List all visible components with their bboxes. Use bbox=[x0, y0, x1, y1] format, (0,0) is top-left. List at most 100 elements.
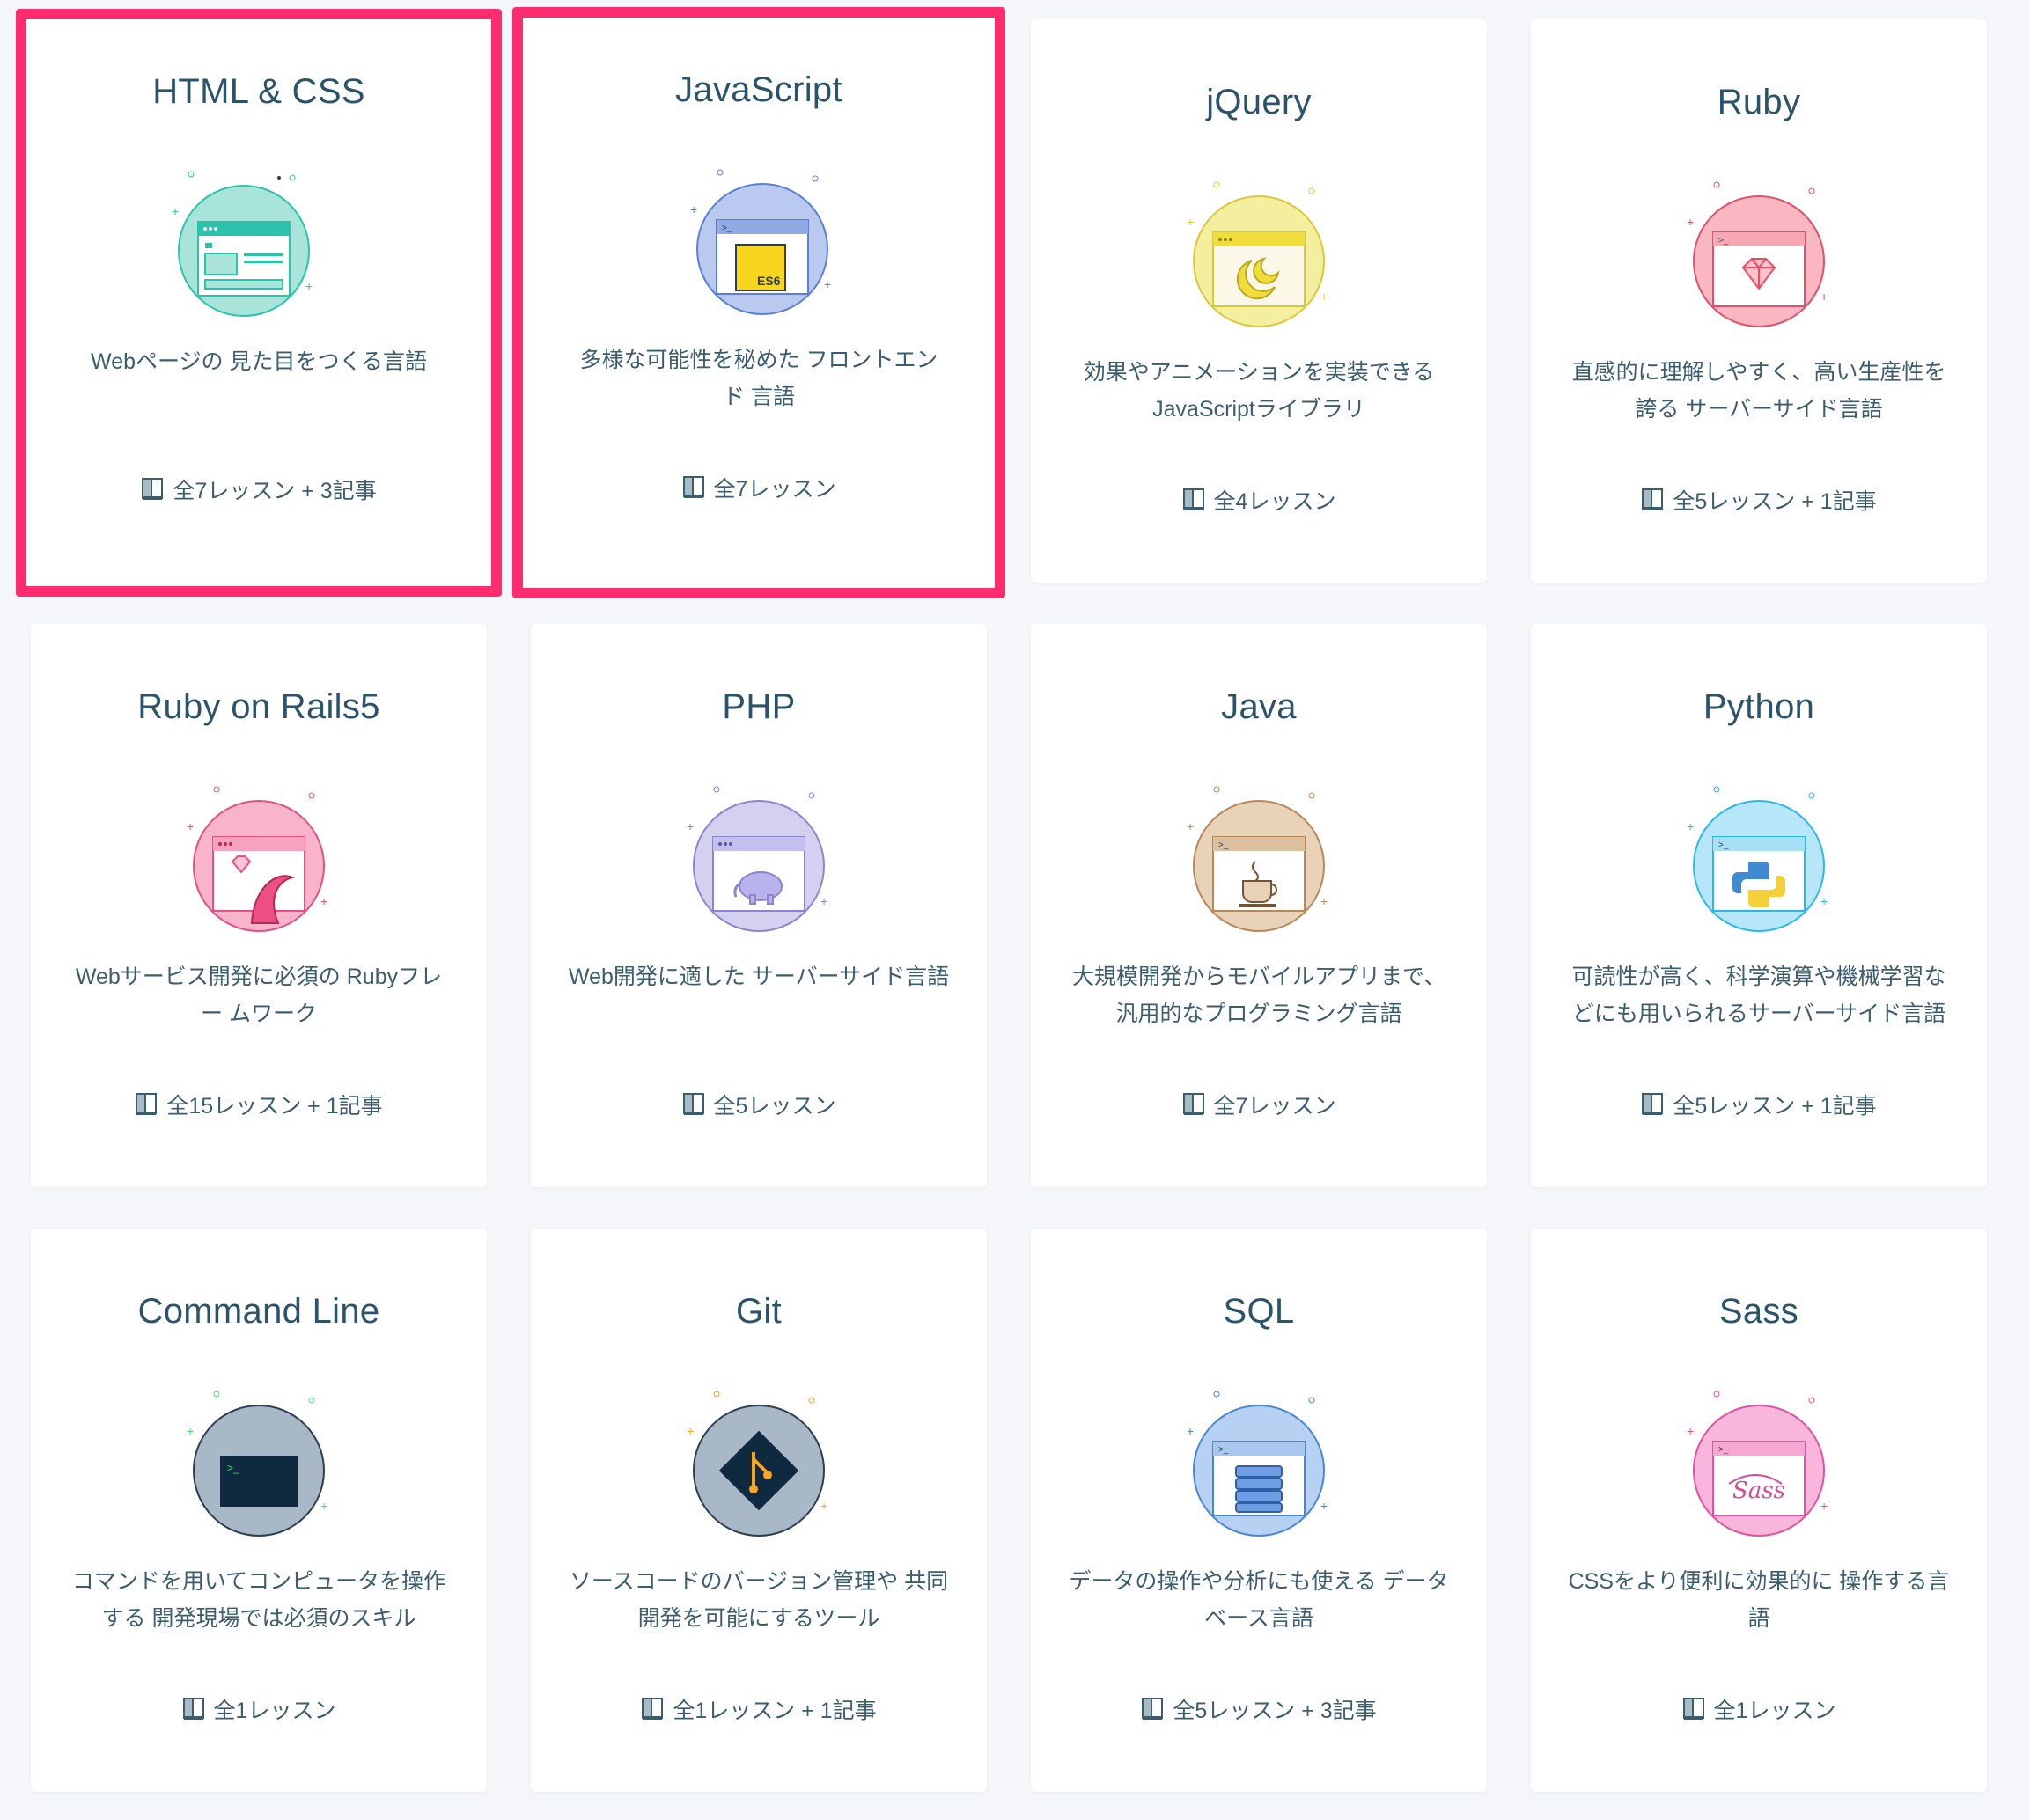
course-title: PHP bbox=[722, 687, 796, 726]
book-icon bbox=[1182, 488, 1204, 510]
course-title: Java bbox=[1221, 687, 1297, 726]
lesson-count-text: 全7レッスン bbox=[1213, 1094, 1336, 1119]
svg-text:+: + bbox=[1320, 894, 1328, 908]
course-card-sql[interactable]: SQL >_ + + データの操作や分析にも使える データ ベース言語 全5レッ… bbox=[1031, 1229, 1487, 1792]
course-card-ruby[interactable]: Ruby >_ + + 直感的に理解しやすく、高い生産性を 誇る サーバーサイド… bbox=[1531, 19, 1987, 583]
svg-text:+: + bbox=[1820, 290, 1828, 304]
course-title: Sass bbox=[1718, 1292, 1799, 1331]
svg-text:+: + bbox=[687, 1424, 694, 1438]
rails-tentacle-icon: + + bbox=[180, 774, 338, 941]
svg-text:+: + bbox=[187, 1424, 194, 1438]
lesson-count-text: 全5レッスン + 1記事 bbox=[1673, 1094, 1877, 1119]
svg-text:+: + bbox=[687, 819, 694, 833]
python-logo-icon: >_ + + bbox=[1680, 774, 1838, 941]
lesson-count: 全1レッスン bbox=[31, 1693, 487, 1725]
svg-text:>_: >_ bbox=[227, 1462, 239, 1474]
lesson-count: 全1レッスン bbox=[1531, 1693, 1987, 1725]
svg-text:>_: >_ bbox=[722, 224, 732, 233]
book-icon bbox=[682, 1093, 704, 1115]
lesson-count-text: 全5レッスン + 1記事 bbox=[1673, 489, 1877, 514]
book-icon bbox=[1182, 1093, 1204, 1115]
course-card-rails[interactable]: Ruby on Rails5 + + Webサービス開発に必須の Rubyフレー… bbox=[31, 624, 487, 1187]
svg-text:+: + bbox=[820, 1499, 827, 1513]
sql-database-icon: >_ + + bbox=[1180, 1378, 1338, 1545]
lesson-count-text: 全1レッスン + 1記事 bbox=[673, 1699, 877, 1723]
book-icon bbox=[182, 1698, 204, 1720]
course-card-java[interactable]: Java >_ + + 大規模開発からモバイルアプリまで、 汎用的なプログラミン… bbox=[1031, 624, 1487, 1187]
svg-text:+: + bbox=[172, 204, 179, 218]
git-branch-icon: + + bbox=[680, 1378, 838, 1545]
course-card-html-css[interactable]: HTML & CSS + + Webページの 見た目をつくる言語 全7レッスン … bbox=[16, 9, 502, 597]
course-description: Webページの 見た目をつくる言語 bbox=[91, 349, 427, 374]
svg-text:>_: >_ bbox=[1218, 1445, 1229, 1455]
html-css-icon: + + bbox=[165, 158, 323, 326]
course-description: ソースコードのバージョン管理や 共同 開発を可能にするツール bbox=[569, 1569, 949, 1631]
svg-text:+: + bbox=[305, 279, 313, 293]
svg-text:>_: >_ bbox=[1718, 236, 1729, 246]
course-title: JavaScript bbox=[675, 70, 842, 109]
svg-text:+: + bbox=[320, 1499, 327, 1513]
svg-text:+: + bbox=[1687, 819, 1694, 833]
course-description: 多様な可能性を秘めた フロントエンド 言語 bbox=[579, 348, 938, 409]
svg-text:+: + bbox=[1187, 215, 1194, 229]
book-icon bbox=[142, 478, 164, 500]
sass-logo-icon: >_ Sass + + bbox=[1680, 1378, 1838, 1545]
course-title: jQuery bbox=[1206, 83, 1312, 121]
svg-text:ES6: ES6 bbox=[757, 274, 781, 288]
lesson-count: 全5レッスン + 3記事 bbox=[1031, 1693, 1487, 1725]
book-icon bbox=[1142, 1698, 1164, 1720]
course-description: 直感的に理解しやすく、高い生産性を 誇る サーバーサイド言語 bbox=[1571, 360, 1946, 422]
svg-text:+: + bbox=[820, 894, 827, 908]
lesson-count: 全5レッスン bbox=[531, 1089, 987, 1120]
svg-text:+: + bbox=[1687, 215, 1694, 229]
lesson-count: 全1レッスン + 1記事 bbox=[531, 1693, 987, 1725]
course-card-sass[interactable]: Sass >_ Sass + + CSSをより便利に効果的に 操作する言 語 全… bbox=[1531, 1229, 1987, 1792]
course-title: Python bbox=[1703, 687, 1815, 726]
lesson-count-text: 全7レッスン bbox=[713, 477, 836, 502]
javascript-es6-icon: >_ ES6 + + bbox=[683, 157, 842, 324]
svg-text:+: + bbox=[187, 819, 194, 833]
lesson-count-text: 全1レッスン bbox=[1713, 1699, 1836, 1723]
svg-text:+: + bbox=[320, 894, 327, 908]
course-card-javascript[interactable]: JavaScript >_ ES6 + + 多様な可能性を秘めた フロントエンド… bbox=[512, 7, 1005, 598]
terminal-icon: >_ + + bbox=[180, 1378, 338, 1545]
course-card-git[interactable]: Git + + ソースコードのバージョン管理や 共同 開発を可能にするツール 全… bbox=[531, 1229, 987, 1792]
course-title: Ruby bbox=[1717, 83, 1801, 121]
course-card-python[interactable]: Python >_ + + 可読性が高く、科学演算や機械学習な どにも用いられる… bbox=[1531, 624, 1987, 1187]
book-icon bbox=[1642, 1093, 1664, 1115]
lesson-count-text: 全15レッスン + 1記事 bbox=[166, 1094, 383, 1119]
course-grid: HTML & CSS + + Webページの 見た目をつくる言語 全7レッスン … bbox=[0, 0, 2030, 1820]
lesson-count: 全7レッスン bbox=[523, 472, 995, 503]
lesson-count: 全7レッスン + 3記事 bbox=[26, 473, 491, 505]
course-title: Command Line bbox=[137, 1292, 380, 1331]
lesson-count: 全4レッスン bbox=[1031, 484, 1487, 516]
lesson-count-text: 全1レッスン bbox=[213, 1699, 336, 1723]
svg-text:>_: >_ bbox=[1718, 840, 1729, 850]
jquery-moon-icon: + + bbox=[1180, 169, 1338, 336]
svg-text:>_: >_ bbox=[1218, 840, 1229, 850]
svg-text:+: + bbox=[1820, 894, 1828, 908]
course-card-php[interactable]: PHP + + Web開発に適した サーバーサイド言語 全5レッスン bbox=[531, 624, 987, 1187]
lesson-count: 全5レッスン + 1記事 bbox=[1531, 484, 1987, 516]
ruby-gem-icon: >_ + + bbox=[1680, 169, 1838, 336]
course-title: SQL bbox=[1223, 1292, 1295, 1331]
course-title: Git bbox=[735, 1292, 782, 1331]
book-icon bbox=[642, 1698, 664, 1720]
java-coffee-icon: >_ + + bbox=[1180, 774, 1338, 941]
course-card-jquery[interactable]: jQuery + + 効果やアニメーションを実装できる JavaScriptライ… bbox=[1031, 19, 1487, 583]
course-description: データの操作や分析にも使える データ ベース言語 bbox=[1069, 1569, 1449, 1631]
course-description: コマンドを用いてコンピュータを操作 する 開発現場では必須のスキル bbox=[71, 1569, 446, 1631]
svg-text:+: + bbox=[690, 202, 697, 216]
course-card-command-line[interactable]: Command Line >_ + + コマンドを用いてコンピュータを操作 する… bbox=[31, 1229, 487, 1792]
course-description: Web開発に適した サーバーサイド言語 bbox=[568, 965, 950, 989]
lesson-count: 全7レッスン bbox=[1031, 1089, 1487, 1120]
course-title: Ruby on Rails5 bbox=[137, 687, 380, 726]
svg-text:+: + bbox=[1320, 1499, 1328, 1513]
lesson-count: 全15レッスン + 1記事 bbox=[31, 1089, 487, 1120]
svg-text:>_: >_ bbox=[1718, 1445, 1729, 1455]
lesson-count: 全5レッスン + 1記事 bbox=[1531, 1089, 1987, 1120]
course-description: Webサービス開発に必須の Rubyフレー ムワーク bbox=[75, 965, 443, 1026]
course-description: 可読性が高く、科学演算や機械学習な どにも用いられるサーバーサイド言語 bbox=[1571, 965, 1946, 1026]
svg-text:+: + bbox=[1187, 819, 1194, 833]
php-elephant-icon: + + bbox=[680, 774, 838, 941]
